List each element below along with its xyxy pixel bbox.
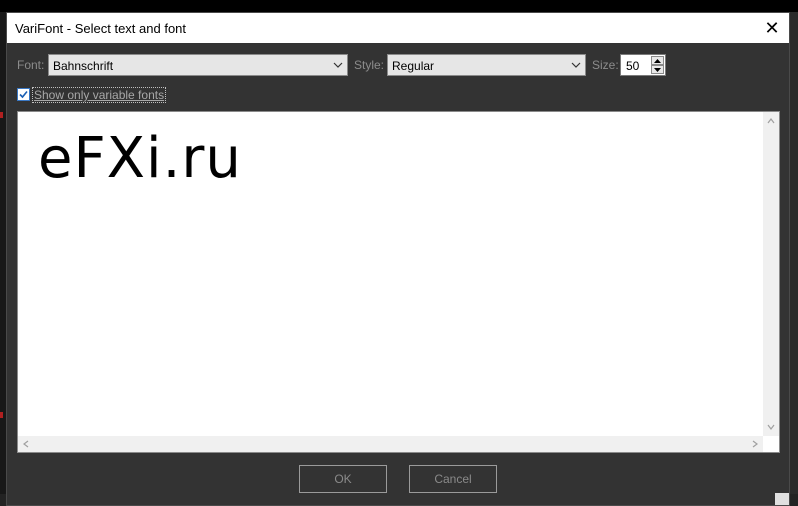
chevron-down-icon (333, 62, 343, 68)
font-value: Bahnschrift (53, 59, 114, 73)
arrow-down-icon (654, 67, 661, 72)
horizontal-scrollbar[interactable] (18, 436, 763, 452)
font-label: Font: (17, 58, 45, 72)
background-marker (0, 412, 3, 418)
stepper-up-button[interactable] (651, 56, 664, 65)
size-value: 50 (626, 59, 640, 73)
style-value: Regular (392, 59, 435, 73)
stepper-buttons (651, 56, 664, 74)
close-button[interactable]: ✕ (761, 17, 783, 39)
background-marker (0, 112, 3, 118)
font-dropdown[interactable]: Bahnschrift (48, 54, 348, 76)
chevron-down-icon (571, 62, 581, 68)
title-bar: VariFont - Select text and font ✕ (7, 13, 789, 43)
varifont-dialog: VariFont - Select text and font ✕ Font: … (6, 12, 790, 506)
stepper-down-button[interactable] (651, 65, 664, 74)
size-stepper[interactable]: 50 (620, 54, 666, 76)
arrow-up-icon (654, 58, 661, 63)
background-right (790, 12, 798, 506)
close-icon: ✕ (764, 17, 780, 38)
resize-grip-icon[interactable] (775, 493, 789, 505)
background-top (0, 0, 798, 12)
cancel-button[interactable]: Cancel (409, 465, 497, 493)
scroll-down-icon[interactable] (767, 424, 775, 430)
style-label: Style: (354, 58, 385, 72)
scroll-right-icon[interactable] (752, 440, 758, 448)
vertical-scrollbar[interactable] (763, 112, 779, 436)
font-settings-row: Font: Bahnschrift Style: Regular Size: 5… (7, 53, 789, 77)
window-title: VariFont - Select text and font (15, 20, 187, 36)
preview-text[interactable]: eFXi.ru (38, 126, 242, 191)
checkmark-icon (19, 90, 28, 99)
style-dropdown[interactable]: Regular (387, 54, 586, 76)
variable-fonts-label[interactable]: Show only variable fonts (32, 87, 167, 103)
ok-button[interactable]: OK (299, 465, 387, 493)
scroll-up-icon[interactable] (767, 118, 775, 124)
size-label: Size: (592, 58, 619, 72)
variable-fonts-checkbox[interactable] (17, 88, 30, 101)
scroll-left-icon[interactable] (23, 440, 29, 448)
preview-area[interactable]: eFXi.ru (17, 111, 780, 453)
